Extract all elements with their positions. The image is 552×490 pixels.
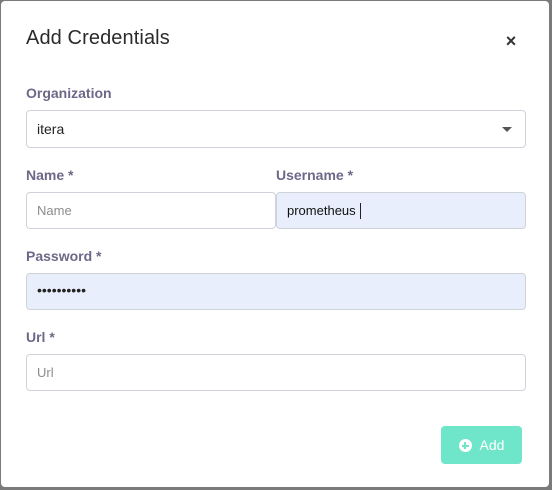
add-credentials-modal: Add Credentials × Organization itera Nam…: [1, 1, 549, 487]
name-input[interactable]: [26, 192, 276, 229]
password-masked-value: ••••••••••: [37, 282, 87, 298]
url-input[interactable]: [26, 354, 526, 391]
chevron-down-icon: [502, 127, 512, 132]
username-input[interactable]: prometheus: [276, 192, 526, 229]
organization-selected-value: itera: [37, 121, 65, 137]
close-icon: ×: [505, 31, 517, 51]
username-value: prometheus: [287, 203, 356, 218]
organization-label: Organization: [26, 85, 112, 101]
add-button-label: Add: [479, 437, 505, 453]
organization-select[interactable]: itera: [26, 110, 526, 148]
text-cursor: [360, 203, 361, 219]
username-label: Username *: [276, 167, 354, 183]
add-button[interactable]: Add: [441, 426, 522, 464]
name-label: Name *: [26, 167, 74, 183]
url-label: Url *: [26, 329, 55, 345]
password-input[interactable]: ••••••••••: [26, 273, 526, 310]
plus-circle-icon: [458, 439, 472, 452]
modal-title: Add Credentials: [26, 27, 170, 49]
password-label: Password *: [26, 248, 102, 264]
close-button[interactable]: ×: [499, 29, 523, 53]
